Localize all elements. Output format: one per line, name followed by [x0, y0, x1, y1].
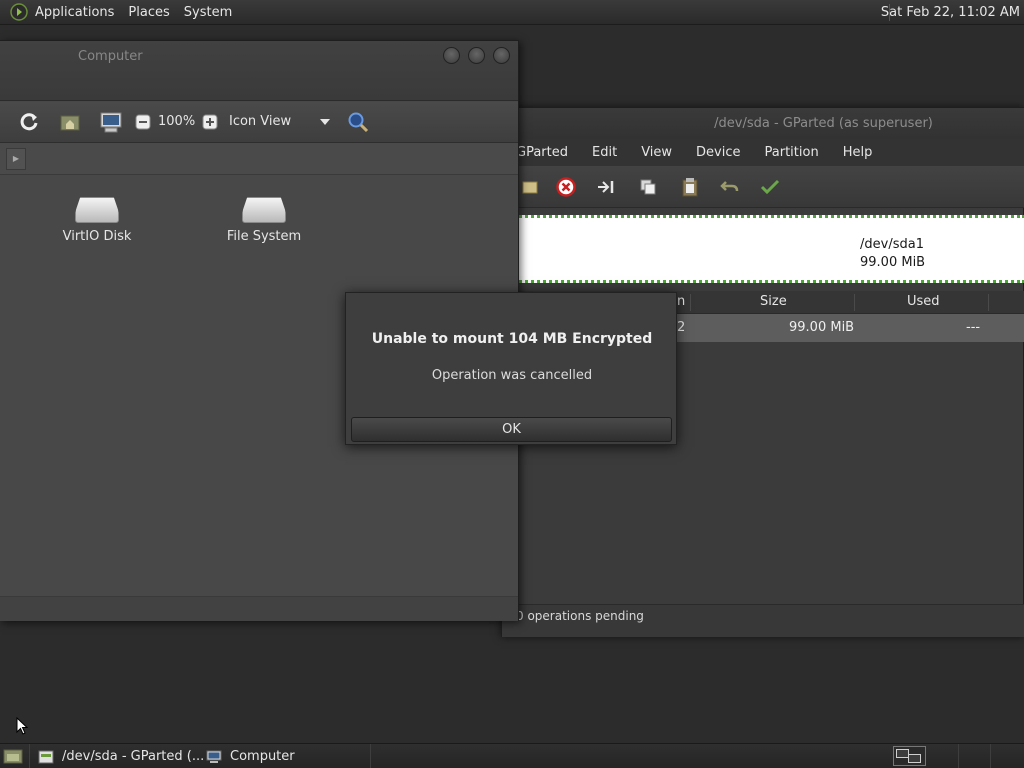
map-size-label: 99.00 MiB	[860, 255, 926, 270]
file-item-virtio-disk[interactable]: VirtIO Disk	[42, 197, 152, 244]
computer-icon	[206, 750, 222, 763]
computer-titlebar[interactable]: Computer	[0, 41, 518, 101]
menu-gparted[interactable]: GParted	[516, 145, 568, 160]
copy-icon[interactable]	[636, 175, 660, 199]
task-label: Computer	[230, 749, 295, 764]
harddisk-icon	[242, 197, 286, 223]
task-gparted[interactable]: /dev/sda - GParted (...	[38, 745, 204, 768]
paste-icon[interactable]	[678, 175, 702, 199]
column-separator	[690, 294, 691, 311]
panel-separator	[958, 744, 959, 768]
mate-logo-icon[interactable]	[10, 3, 28, 21]
column-partition[interactable]: n	[677, 291, 685, 313]
map-device-label: /dev/sda1	[860, 237, 924, 252]
column-separator	[988, 294, 989, 311]
path-left-arrow-icon[interactable]: ▶	[6, 148, 26, 170]
chevron-down-icon[interactable]	[320, 119, 330, 125]
path-bar: ▶	[0, 143, 518, 175]
task-label: /dev/sda - GParted (...	[62, 749, 205, 764]
file-item-label: VirtIO Disk	[62, 229, 132, 244]
undo-icon[interactable]	[718, 175, 742, 199]
file-item-file-system[interactable]: File System	[209, 197, 319, 244]
harddisk-icon	[75, 197, 119, 223]
maximize-button[interactable]	[468, 47, 485, 64]
applications-menu[interactable]: Applications	[28, 0, 121, 25]
menu-device[interactable]: Device	[696, 145, 740, 160]
reload-icon[interactable]	[18, 111, 40, 133]
search-icon[interactable]	[346, 110, 370, 134]
minimize-button[interactable]	[443, 47, 460, 64]
apply-icon[interactable]	[758, 175, 782, 199]
bottom-panel: /dev/sda - GParted (... Computer	[0, 743, 1024, 768]
panel-separator	[370, 744, 371, 768]
column-size[interactable]: Size	[760, 291, 787, 313]
column-used[interactable]: Used	[907, 291, 940, 313]
cell-used: ---	[966, 320, 981, 335]
panel-separator	[29, 744, 30, 768]
workspace-window	[908, 754, 921, 763]
gparted-statusbar: 0 operations pending	[502, 604, 1024, 637]
ok-button[interactable]: OK	[351, 417, 672, 442]
computer-toolbar: 100% Icon View	[0, 102, 518, 143]
menu-partition[interactable]: Partition	[765, 145, 819, 160]
gparted-toolbar	[502, 166, 1024, 208]
view-mode-select[interactable]: Icon View	[229, 102, 291, 142]
zoom-in-icon[interactable]	[202, 114, 218, 130]
delete-icon[interactable]	[554, 175, 578, 199]
workspace-switcher[interactable]	[893, 746, 926, 766]
error-dialog: Unable to mount 104 MB Encrypted Operati…	[345, 292, 677, 445]
home-icon[interactable]	[59, 112, 81, 132]
show-desktop-icon[interactable]	[3, 747, 23, 765]
file-item-label: File System	[226, 229, 302, 244]
panel-separator	[990, 744, 991, 768]
resize-icon[interactable]	[594, 175, 618, 199]
dialog-title: Unable to mount 104 MB Encrypted	[371, 331, 653, 347]
new-icon[interactable]	[518, 175, 542, 199]
menu-view[interactable]: View	[641, 145, 672, 160]
window-title: Computer	[78, 49, 143, 64]
computer-statusbar	[0, 596, 518, 621]
computer-icon[interactable]	[99, 110, 123, 134]
menu-edit[interactable]: Edit	[592, 145, 617, 160]
close-button[interactable]	[493, 47, 510, 64]
mouse-cursor-icon	[16, 717, 28, 735]
zoom-out-icon[interactable]	[135, 114, 151, 130]
clock[interactable]: Sat Feb 22, 11:02 AM	[881, 0, 1020, 25]
dialog-message: Operation was cancelled	[431, 368, 593, 383]
task-computer[interactable]: Computer	[206, 745, 295, 768]
menu-help[interactable]: Help	[843, 145, 873, 160]
zoom-level: 100%	[158, 114, 196, 129]
gparted-icon	[38, 750, 54, 763]
system-menu[interactable]: System	[177, 0, 239, 25]
places-menu[interactable]: Places	[121, 0, 176, 25]
gparted-title: /dev/sda - GParted (as superuser)	[502, 108, 1024, 139]
column-separator	[854, 294, 855, 311]
partition-map[interactable]: /dev/sda1 99.00 MiB	[502, 215, 1024, 283]
gparted-menubar: GParted Edit View Device Partition Help	[502, 139, 1024, 166]
top-panel: Applications Places System Sat Feb 22, 1…	[0, 0, 1024, 25]
cell-partition: 2	[677, 320, 686, 335]
cell-size: 99.00 MiB	[789, 320, 855, 335]
